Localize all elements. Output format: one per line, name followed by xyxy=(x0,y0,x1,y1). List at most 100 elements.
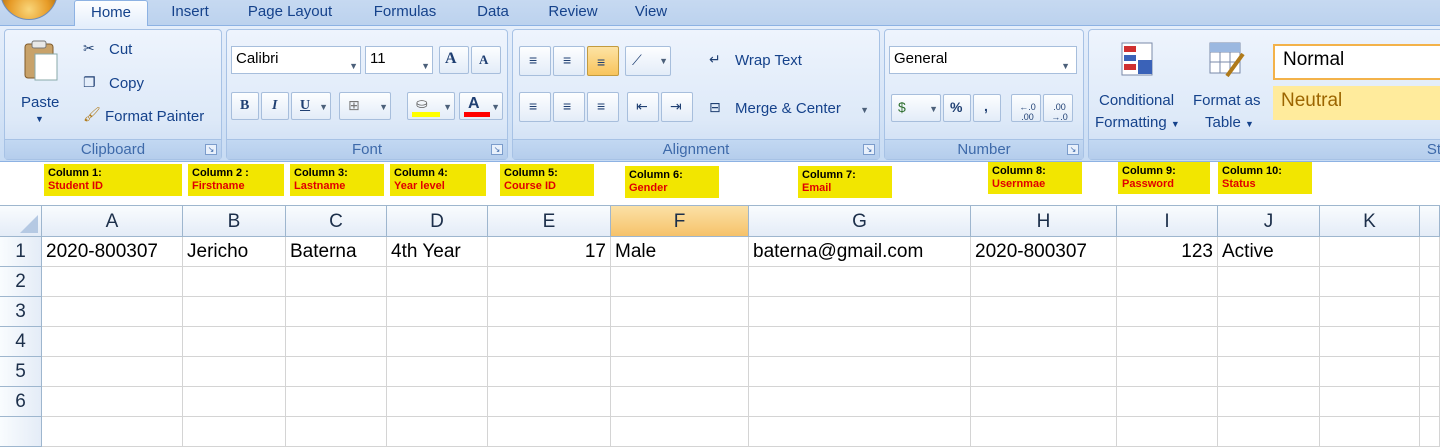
tab-data[interactable]: Data xyxy=(466,0,520,26)
grid-cell[interactable] xyxy=(971,387,1117,417)
grid-cell[interactable] xyxy=(286,387,387,417)
grid-cell[interactable] xyxy=(42,327,183,357)
decrease-indent-button[interactable]: ⇤ xyxy=(627,92,659,122)
grid-cell[interactable] xyxy=(183,417,286,447)
grid-cell[interactable] xyxy=(971,267,1117,297)
format-painter-button[interactable]: 🖌 Format Painter xyxy=(79,104,219,128)
grid-cell[interactable] xyxy=(387,417,488,447)
decrease-decimal-button[interactable]: .00 →.0 xyxy=(1043,94,1073,122)
grid-cell[interactable] xyxy=(488,417,611,447)
font-size-select[interactable]: 11 ▼ xyxy=(365,46,433,74)
number-dialog-launcher[interactable]: ↘ xyxy=(1067,144,1079,155)
grid-cell[interactable] xyxy=(749,417,971,447)
alignment-dialog-launcher[interactable]: ↘ xyxy=(863,144,875,155)
orientation-button[interactable]: ⟋ ▼ xyxy=(625,46,671,76)
align-bottom-button[interactable]: ≡ xyxy=(587,46,619,76)
grid-cell[interactable] xyxy=(488,327,611,357)
grid-cell[interactable]: 17 xyxy=(488,237,611,267)
grid-cell[interactable] xyxy=(183,327,286,357)
grid-cell[interactable]: Male xyxy=(611,237,749,267)
grid-cell[interactable]: 2020-800307 xyxy=(42,237,183,267)
grid-cell[interactable]: Active xyxy=(1218,237,1320,267)
increase-indent-button[interactable]: ⇥ xyxy=(661,92,693,122)
borders-button[interactable]: ⊞ ▼ xyxy=(339,92,391,120)
grid-cell[interactable] xyxy=(1117,267,1218,297)
grid-cell[interactable] xyxy=(488,297,611,327)
underline-button[interactable]: U ▼ xyxy=(291,92,331,120)
grow-font-button[interactable]: A xyxy=(439,46,469,74)
grid-cell[interactable] xyxy=(387,357,488,387)
format-as-table-button[interactable]: Format as Table ▼ xyxy=(1187,34,1269,138)
grid-cell[interactable] xyxy=(749,327,971,357)
grid-cell[interactable] xyxy=(286,357,387,387)
grid-cell[interactable] xyxy=(1218,387,1320,417)
grid-cell[interactable]: baterna@gmail.com xyxy=(749,237,971,267)
grid-cell[interactable] xyxy=(611,327,749,357)
grid-cell[interactable] xyxy=(611,357,749,387)
paste-button[interactable]: Paste ▼ xyxy=(11,34,67,130)
tab-page-layout[interactable]: Page Layout xyxy=(236,0,344,26)
clipboard-dialog-launcher[interactable]: ↘ xyxy=(205,144,217,155)
number-format-select[interactable]: General ▼ xyxy=(889,46,1077,74)
font-color-button[interactable]: A ▼ xyxy=(459,92,503,120)
grid-cell[interactable] xyxy=(183,387,286,417)
grid-cell[interactable] xyxy=(488,387,611,417)
grid-cell[interactable] xyxy=(286,417,387,447)
grid-cell[interactable] xyxy=(1420,417,1440,447)
grid-cell[interactable] xyxy=(1320,387,1420,417)
tab-review[interactable]: Review xyxy=(538,0,608,26)
align-center-button[interactable]: ≡ xyxy=(553,92,585,122)
grid-cell[interactable]: 4th Year xyxy=(387,237,488,267)
grid-cell[interactable] xyxy=(387,267,488,297)
font-dialog-launcher[interactable]: ↘ xyxy=(491,144,503,155)
grid-cell[interactable] xyxy=(42,297,183,327)
grid-cell[interactable] xyxy=(1420,327,1440,357)
grid-cell[interactable]: Baterna xyxy=(286,237,387,267)
grid-cell[interactable] xyxy=(1218,267,1320,297)
align-right-button[interactable]: ≡ xyxy=(587,92,619,122)
column-header-k[interactable]: K xyxy=(1320,206,1420,237)
column-header-e[interactable]: E xyxy=(488,206,611,237)
grid-cell[interactable] xyxy=(387,387,488,417)
select-all-corner[interactable] xyxy=(0,206,42,237)
fill-color-button[interactable]: ⛀ ▼ xyxy=(407,92,455,120)
grid-cell[interactable] xyxy=(611,267,749,297)
column-header-i[interactable]: I xyxy=(1117,206,1218,237)
column-header-h[interactable]: H xyxy=(971,206,1117,237)
font-name-select[interactable]: Calibri ▼ xyxy=(231,46,361,74)
grid-cell[interactable] xyxy=(971,357,1117,387)
grid-cell[interactable] xyxy=(749,387,971,417)
grid-cell[interactable] xyxy=(1320,237,1420,267)
tab-home[interactable]: Home xyxy=(74,0,148,27)
grid-cell[interactable] xyxy=(749,357,971,387)
grid-cell[interactable] xyxy=(42,417,183,447)
percent-style-button[interactable]: % xyxy=(943,94,971,122)
grid-cell[interactable] xyxy=(1420,387,1440,417)
tab-formulas[interactable]: Formulas xyxy=(362,0,448,26)
grid-cell[interactable] xyxy=(1218,357,1320,387)
grid-cell[interactable] xyxy=(1320,297,1420,327)
grid-cell[interactable] xyxy=(183,267,286,297)
grid-cell[interactable] xyxy=(1218,297,1320,327)
grid-cell[interactable] xyxy=(1218,417,1320,447)
align-left-button[interactable]: ≡ xyxy=(519,92,551,122)
grid-cell[interactable] xyxy=(1117,327,1218,357)
grid-cell[interactable] xyxy=(1117,417,1218,447)
row-header-3[interactable]: 3 xyxy=(0,297,42,327)
cut-button[interactable]: ✂ Cut xyxy=(79,38,159,62)
tab-view[interactable]: View xyxy=(626,0,676,26)
align-top-button[interactable]: ≡ xyxy=(519,46,551,76)
italic-button[interactable]: I xyxy=(261,92,289,120)
grid-cell[interactable] xyxy=(1420,297,1440,327)
tab-insert[interactable]: Insert xyxy=(160,0,220,26)
grid-cell[interactable] xyxy=(42,387,183,417)
grid-cell[interactable] xyxy=(1117,387,1218,417)
shrink-font-button[interactable]: A xyxy=(471,46,501,74)
grid-cell[interactable] xyxy=(971,417,1117,447)
grid-cell[interactable] xyxy=(183,357,286,387)
grid-cell[interactable]: Jericho xyxy=(183,237,286,267)
style-normal[interactable]: Normal xyxy=(1273,44,1440,80)
column-header-f[interactable]: F xyxy=(611,206,749,237)
copy-button[interactable]: ❐ Copy xyxy=(79,72,169,96)
column-header-partial[interactable] xyxy=(1420,206,1440,237)
